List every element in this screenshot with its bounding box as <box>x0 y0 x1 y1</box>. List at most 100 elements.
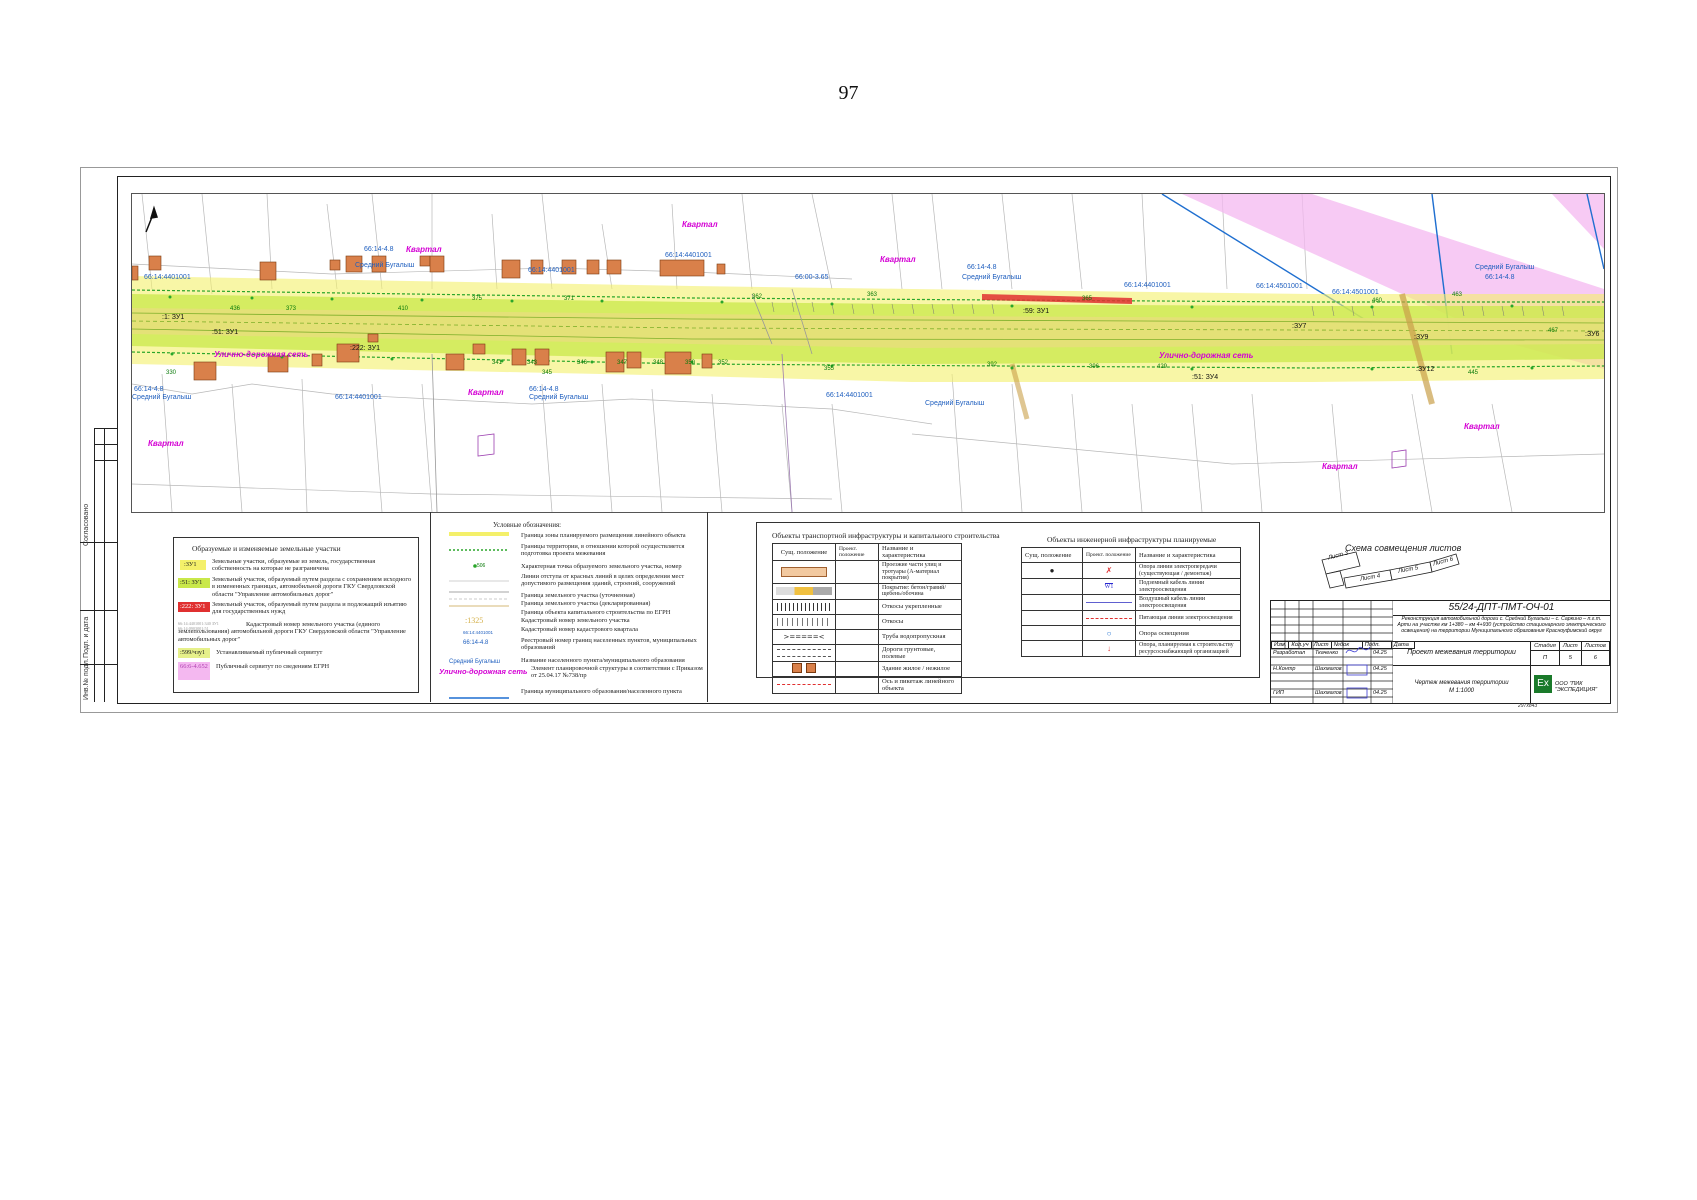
date-normcontrol: 04.25 <box>1373 666 1387 672</box>
point-number: 362 <box>752 294 763 300</box>
swatch-zu-divided: :51: ЗУ1 <box>178 578 210 588</box>
swatch-servitude: :599/чзу1 <box>178 648 210 658</box>
legend-symbol-row: Граница земельного участка (уточненная) <box>521 592 635 599</box>
settlement-name: Средний Бугалыш <box>962 274 1022 281</box>
point-number: 436 <box>230 306 241 312</box>
name-normcontrol: Шахмалов <box>1315 666 1342 672</box>
cadastral-map: 66:14:4401001 66:14:4401001 66:14:440100… <box>131 193 1605 513</box>
settlement-name: Средний Бугалыш <box>132 394 192 401</box>
point-number: 350 <box>685 360 696 366</box>
zu-label: :222: ЗУ1 <box>350 345 381 352</box>
legend-symbol-row: Граница зоны планируемого размещения лин… <box>521 532 686 539</box>
point-number: 410 <box>398 306 409 312</box>
cadastral-label: 66:14:4401001 <box>826 392 873 399</box>
format-label: 297х843 <box>1518 703 1538 709</box>
kvartal-label: Квартал <box>406 245 442 254</box>
left-border-stamp: Согласовано Подп. и дата Инв.№ подл. <box>80 428 117 702</box>
sample-zu: :1325 <box>465 616 484 625</box>
settlement-name: Средний Бугалыш <box>1475 264 1535 271</box>
legend-symbol-row: Граница земельного участка (декларирован… <box>521 600 651 607</box>
company-logo: Ex <box>1534 675 1552 693</box>
zu-label: :1: ЗУ1 <box>162 314 185 321</box>
point-number: 392 <box>987 362 998 368</box>
point-number: 365 <box>1082 296 1093 302</box>
point-number: 445 <box>1468 370 1479 376</box>
sample-kk: 66:14:4401001 <box>463 630 494 635</box>
company-name: ООО "ПИК "ЭКСПЕДИЦИЯ" <box>1555 681 1598 693</box>
stage-table: Стадия Лист Листов П56 <box>1530 641 1611 666</box>
project-title: Проект межевания территории <box>1407 649 1516 656</box>
map-svg <box>132 194 1604 512</box>
title-block: Изм. Кол.уч Лист №док Подп. Дата Разрабо… <box>1270 600 1611 703</box>
legend-symbol-row: Кадастровый номер земельного участка <box>521 617 630 624</box>
street-network-label: Улично-дорожная сеть <box>214 350 309 359</box>
legend-land-plots-row: Кадастровый номер земельного участка (ед… <box>178 621 406 643</box>
name-developer: Ткаченко <box>1315 650 1339 656</box>
role-developer: Разработал <box>1273 650 1306 656</box>
point-number: 460 <box>1372 298 1383 304</box>
point-number: 375 <box>472 296 483 302</box>
settlement-registry-label: 66:14-4.8 <box>134 386 164 393</box>
cadastral-label: 66:14:4501001 <box>1332 289 1379 296</box>
sample-np: Средний Бугалыш <box>449 659 500 665</box>
legend-symbols-title: Условные обозначения: <box>493 522 561 529</box>
sample-point: 506 <box>477 563 486 569</box>
legend-land-plots-row: Земельный участок, образуемый путем разд… <box>212 601 407 616</box>
settlement-name: Средний Бугалыш <box>529 394 589 401</box>
point-number: 343 <box>527 360 538 366</box>
cadastral-label: 66:14:4401001 <box>144 274 191 281</box>
zu-label: :ЗУ12 <box>1416 366 1435 373</box>
role-gip: ГИП <box>1273 690 1284 696</box>
zu-label: :51: ЗУ4 <box>1192 374 1219 381</box>
cadastral-label: 66:14:4401001 <box>665 252 712 259</box>
code-cell: 55/24-ДПТ-ПМТ-ОЧ-01 <box>1393 601 1610 616</box>
legend-symbol-row: Характерная точка образуемого земельного… <box>521 563 682 570</box>
kvartal-label: Квартал <box>1464 422 1500 431</box>
street-network-label: Улично-дорожная сеть <box>1159 351 1254 360</box>
point-number: 463 <box>1452 292 1463 298</box>
legend-land-plots: Образуемые и изменяемые земельные участк… <box>173 537 419 693</box>
project-title-cell: Проект межевания территории <box>1393 641 1531 666</box>
point-number: 345 <box>542 370 553 376</box>
legend-land-plots-title: Образуемые и изменяемые земельные участк… <box>192 544 341 553</box>
settlement-registry-label: 66:14-4.8 <box>529 386 559 393</box>
cadastral-label: 66:14:4401001 <box>1124 282 1171 289</box>
settlement-registry-label: 66:14-4.8 <box>364 246 394 253</box>
legend-land-plots-row: Земельные участки, образуемые из земель,… <box>212 558 376 573</box>
point-number: 371 <box>564 296 575 302</box>
legend-symbol-row: Границы территории, в отношении которой … <box>521 543 685 558</box>
point-number: 363 <box>867 292 878 298</box>
name-gip: Шахмалов <box>1315 690 1342 696</box>
point-number: 346 <box>577 360 588 366</box>
border-label-inv-no: Инв.№ подл. <box>83 658 90 700</box>
legend-symbol-row: Граница муниципального образования/насел… <box>521 688 682 695</box>
swatch-egrn-servitude: 66:6-4.652 <box>178 662 210 680</box>
legend-engineering-title: Объекты инженерной инфраструктуры планир… <box>1047 535 1217 544</box>
legend-land-plots-row: Устанавливаемый публичный сервитут <box>216 649 323 656</box>
north-arrow-icon <box>145 205 158 233</box>
settlement-registry-label: 66:14-4.8 <box>1485 274 1515 281</box>
kvartal-label: Квартал <box>148 439 184 448</box>
w1-label: W1 <box>1082 578 1136 595</box>
point-number: 355 <box>824 366 835 372</box>
point-number: 341 <box>492 360 503 366</box>
company-divider <box>1530 665 1531 703</box>
kvartal-label: Квартал <box>468 388 504 397</box>
legend-symbol-row: Реестровый номер границ населенных пункт… <box>521 637 697 652</box>
point-number: 429 <box>1157 364 1168 370</box>
border-label-agreed: Согласовано <box>83 503 90 546</box>
role-normcontrol: Н.Контр <box>1273 666 1296 672</box>
zu-label: :51: ЗУ1 <box>212 329 239 336</box>
settlement-registry-label: 66:00-3.65 <box>795 274 829 281</box>
zu-label: :ЗУ9 <box>1414 334 1429 341</box>
point-number: 373 <box>286 306 297 312</box>
drawing-scale: М 1:1000 <box>1448 688 1475 694</box>
point-number: 467 <box>1548 328 1559 334</box>
legend-engineering-table: Сущ. положение Проект. положение Название … <box>1021 547 1241 657</box>
legend-infrastructure: Объекты транспортной инфраструктуры и ка… <box>756 522 1260 694</box>
drawing-title: Чертеж межевания территории <box>1414 680 1509 686</box>
point-number: 348 <box>653 360 664 366</box>
legend-symbols: Условные обозначения: 506 :1325 66:14:44… <box>430 512 708 702</box>
swatch-zu: :ЗУ1 <box>180 560 206 570</box>
date-gip: 04.25 <box>1373 690 1387 696</box>
